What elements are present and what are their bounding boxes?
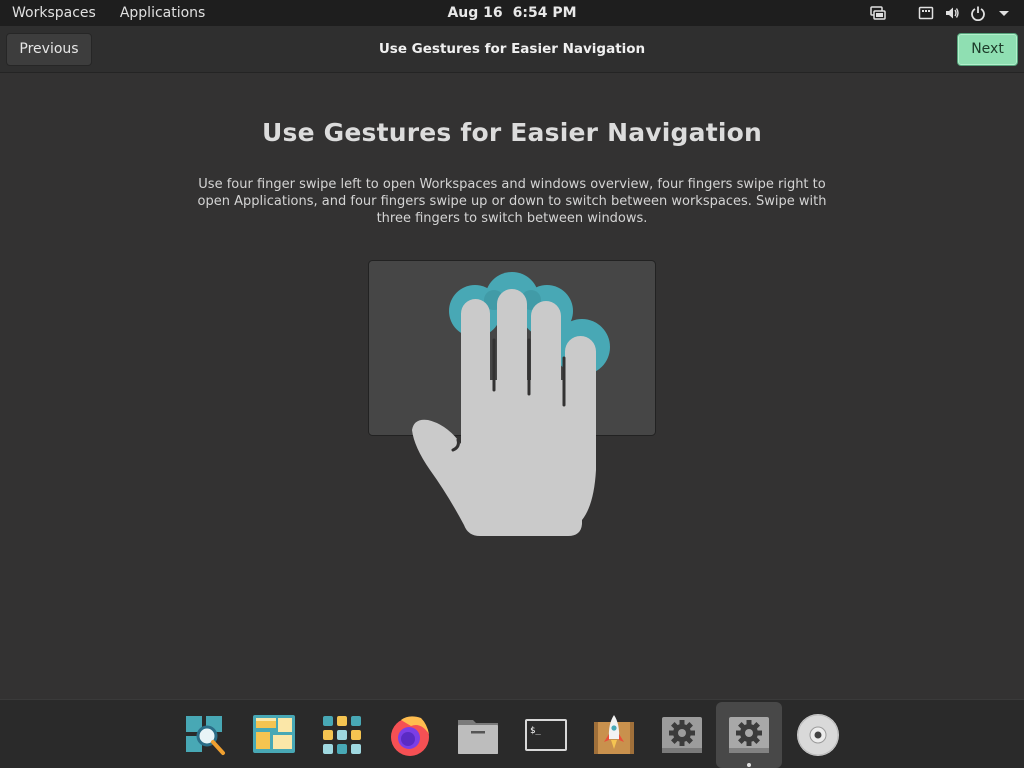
power-icon[interactable] xyxy=(970,5,986,21)
terminal-icon: $_ xyxy=(525,719,567,751)
settings-icon xyxy=(662,717,702,753)
dock-item-pop-shop[interactable] xyxy=(581,702,647,768)
dock-item-applications[interactable] xyxy=(309,702,375,768)
next-button[interactable]: Next xyxy=(957,33,1018,66)
firefox-icon xyxy=(391,716,429,756)
page-description: Use four finger swipe left to open Works… xyxy=(197,177,827,226)
page-heading: Use Gestures for Easier Navigation xyxy=(261,118,762,147)
dock-item-settings[interactable] xyxy=(649,702,715,768)
dock-item-initial-setup[interactable] xyxy=(716,702,782,768)
volume-icon[interactable] xyxy=(944,5,960,21)
dock-item-firefox[interactable] xyxy=(377,702,443,768)
date-time-button[interactable]: Aug 16 6:54 PM xyxy=(447,0,576,26)
workspaces-app-icon xyxy=(253,715,295,753)
chevron-down-icon[interactable] xyxy=(996,5,1012,21)
header-bar: Use Gestures for Easier Navigation Previ… xyxy=(0,26,1024,73)
search-app-icon xyxy=(186,716,225,755)
previous-button[interactable]: Previous xyxy=(6,33,92,66)
top-panel: Workspaces Applications Aug 16 6:54 PM xyxy=(0,0,1024,26)
applications-grid-icon xyxy=(323,716,361,754)
time-label: 6:54 PM xyxy=(512,5,577,21)
dock-item-terminal[interactable]: $_ xyxy=(513,702,579,768)
header-title: Use Gestures for Easier Navigation xyxy=(378,41,646,57)
files-icon xyxy=(458,720,498,754)
system-tray xyxy=(870,0,1012,26)
pop-shop-icon xyxy=(594,715,634,754)
dock-item-files[interactable] xyxy=(445,702,511,768)
dock-item-search[interactable] xyxy=(173,702,239,768)
initial-setup-icon xyxy=(729,717,769,753)
dock-item-disc[interactable] xyxy=(785,702,851,768)
gesture-illustration xyxy=(368,260,656,536)
dock-item-workspaces[interactable] xyxy=(241,702,307,768)
keyboard-icon[interactable] xyxy=(918,5,934,21)
dock: $_ xyxy=(0,699,1024,768)
svg-text:$_: $_ xyxy=(530,726,541,736)
disc-icon xyxy=(797,714,839,756)
date-label: Aug 16 xyxy=(447,5,503,21)
running-indicator xyxy=(747,763,751,767)
workspaces-button[interactable]: Workspaces xyxy=(0,0,108,26)
network-icon[interactable] xyxy=(870,5,886,21)
applications-button[interactable]: Applications xyxy=(108,0,218,26)
